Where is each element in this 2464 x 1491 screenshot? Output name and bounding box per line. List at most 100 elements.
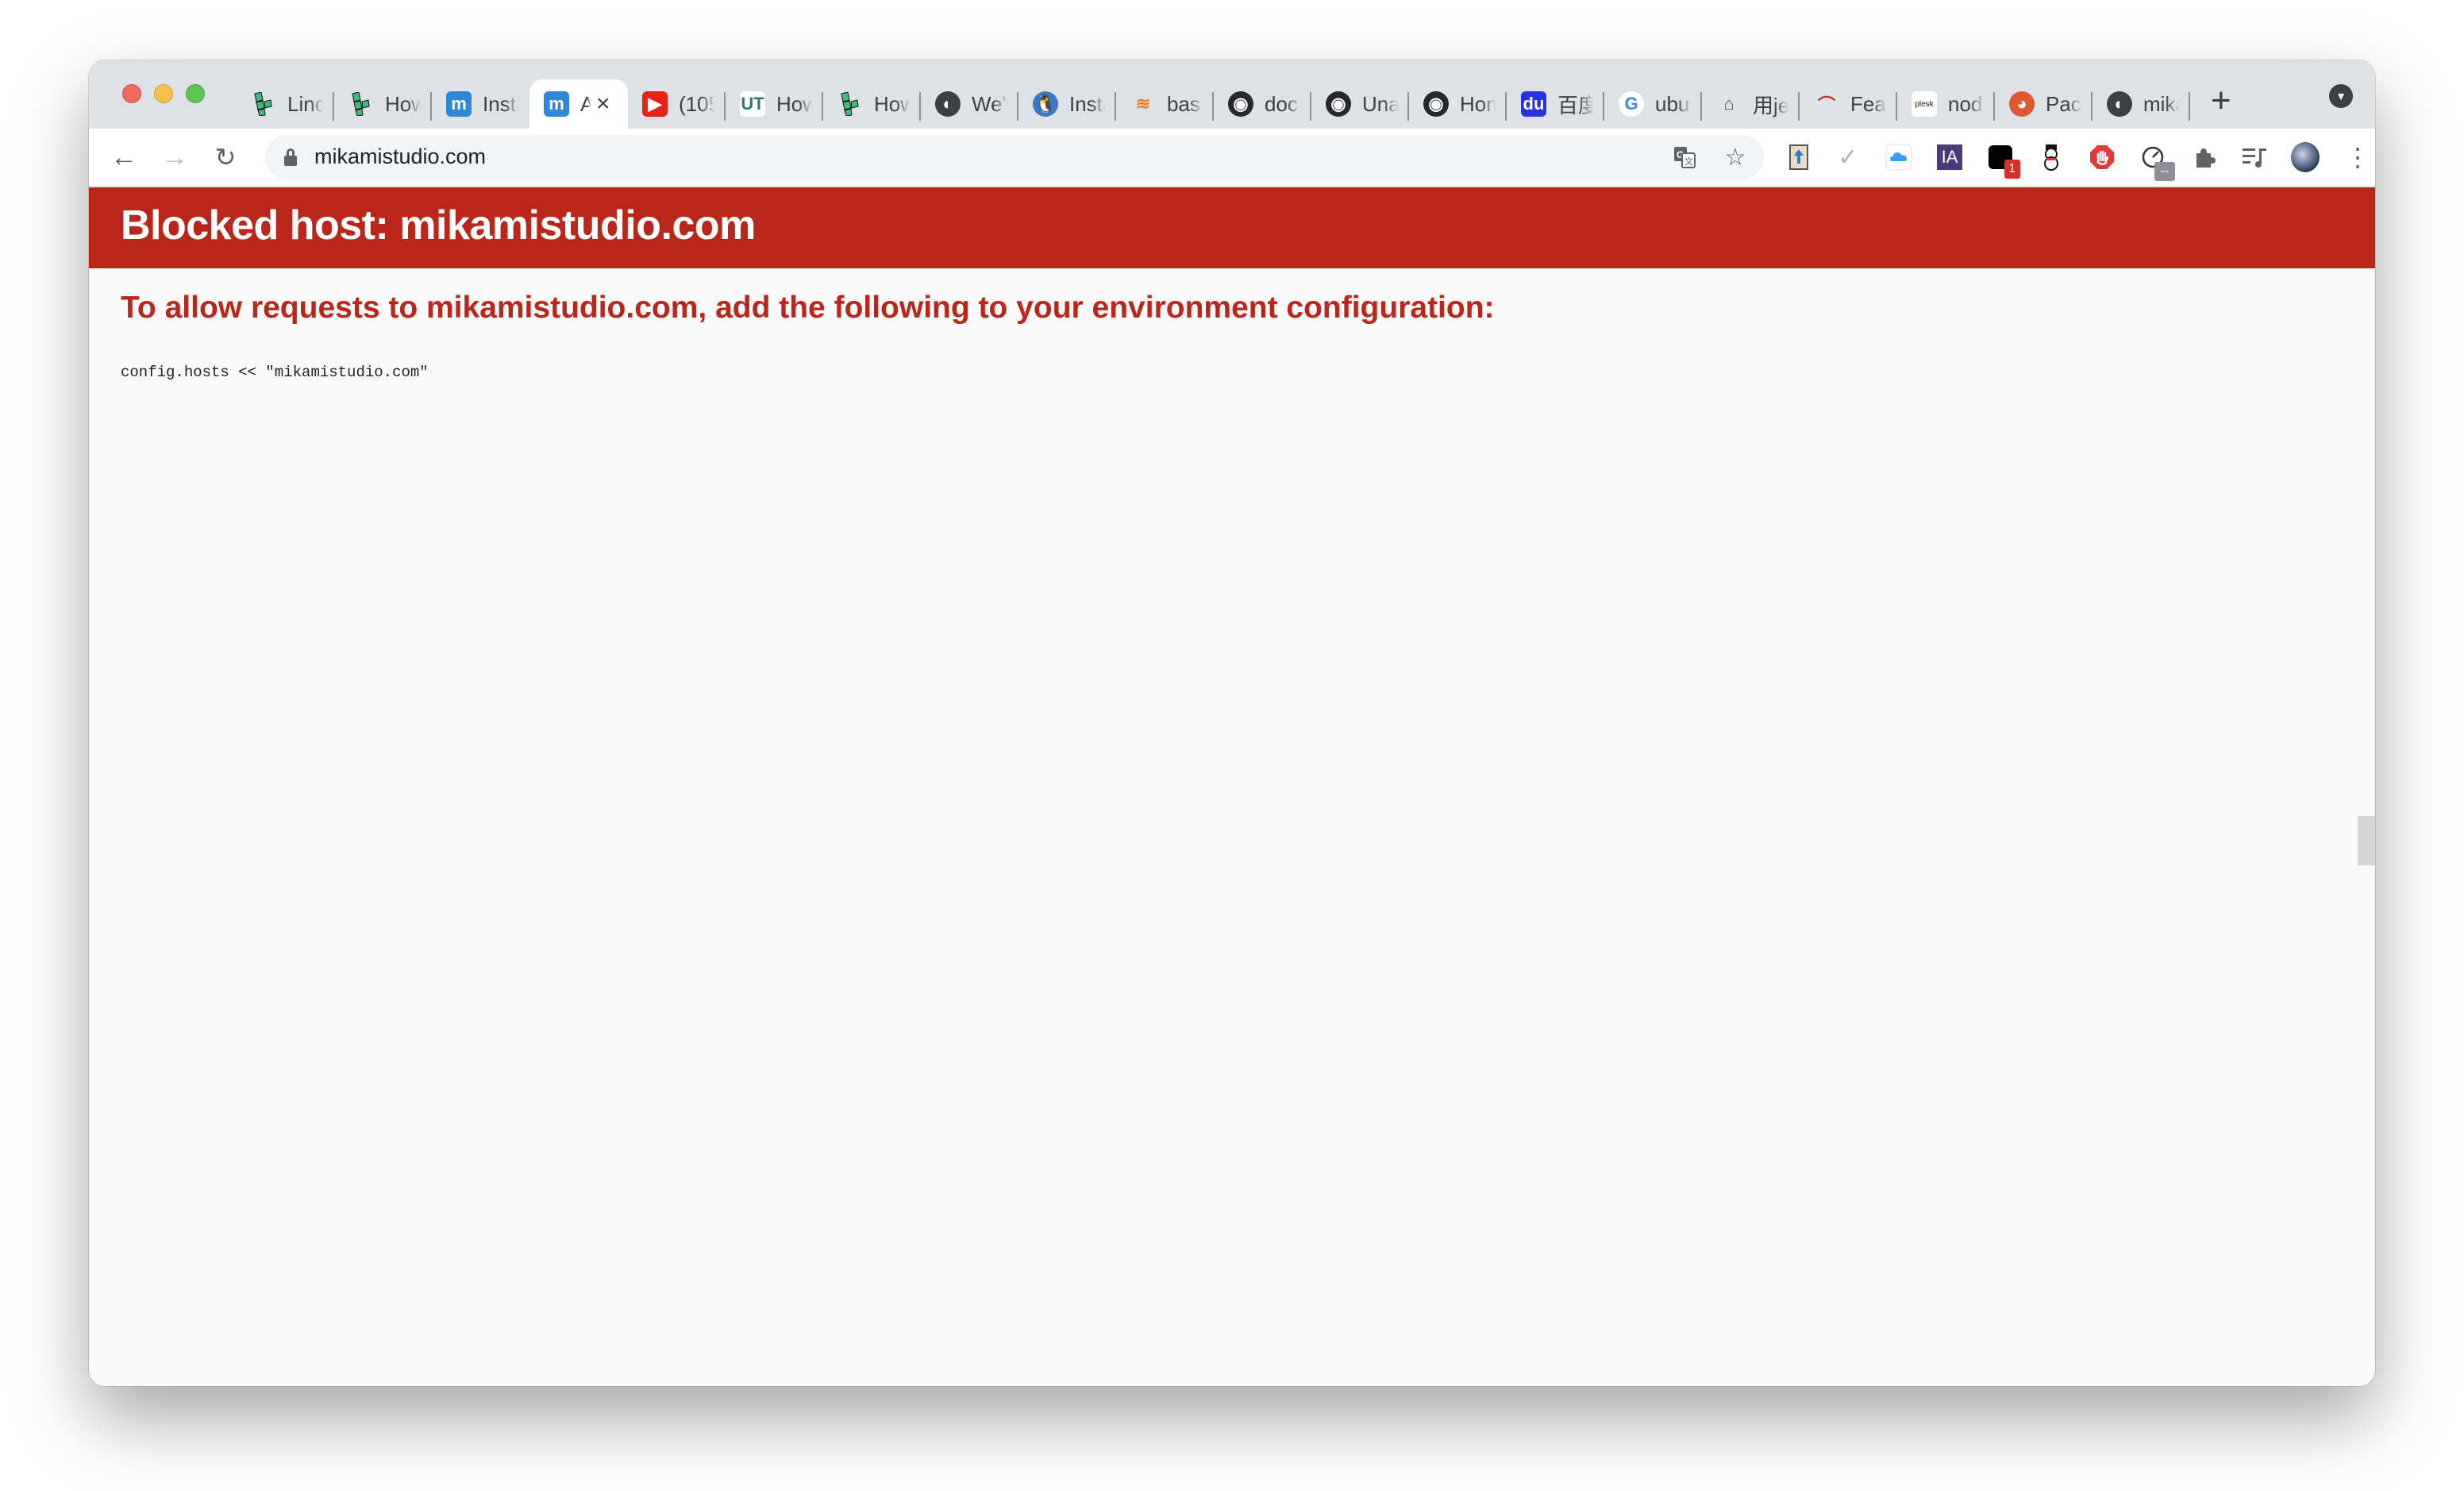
tab-title: mika [2143,91,2180,116]
tab-title: nod [1948,91,1983,116]
close-window-button[interactable] [122,84,141,103]
tab-2[interactable]: m Insta [432,79,529,129]
ia-extension-icon[interactable]: IA [1935,143,1964,171]
forward-button[interactable]: → [160,142,189,172]
tab-19[interactable]: ◐ mika [2092,79,2190,129]
ia-label: IA [1937,144,1962,170]
tab-16[interactable]: ⌒ Feat [1800,79,1897,129]
extensions-puzzle-icon[interactable] [2189,143,2218,171]
browser-window: LinoHowmInstamA×▶(105UTHowHow◐We'🐧Insta≋… [89,60,2375,1386]
tab-separator [2189,92,2190,121]
mastodon-icon: m [544,91,569,117]
jenkins-icon: ⌂ [1723,94,1734,114]
new-tab-button[interactable]: + [2211,83,2231,118]
tab-8[interactable]: 🐧 Insta [1018,79,1116,129]
tab-0[interactable]: Lino [237,79,334,129]
tab-3[interactable]: m A × [529,79,628,129]
tab-12[interactable]: ◉ Hon [1409,79,1507,129]
linode-icon [251,91,276,117]
tab-title: 用je [1753,93,1789,118]
tab-11[interactable]: ◉ Una [1311,79,1409,129]
notification-badge: 1 [2004,160,2020,179]
toolbar: ← → ↻ mikamistudio.com G文 ☆ ✓ IA 1 -- ⋮ [89,129,2375,187]
tab-title: ubu [1655,91,1690,116]
tab-title: bas [1167,91,1200,116]
tab-6[interactable]: How [823,79,921,129]
tab-title: How [874,91,911,116]
minimize-window-button[interactable] [154,84,173,103]
page-content: Blocked host: mikamistudio.com To allow … [89,187,2375,1386]
maximize-window-button[interactable] [186,84,205,103]
tab-title: Insta [1069,91,1106,116]
github-icon: ◉ [1326,91,1351,117]
arrow-left-icon: ← [110,141,137,172]
icloud-extension-icon[interactable] [1885,143,1913,171]
github-icon: ◉ [1228,91,1253,117]
youtube-icon: ▶ [642,91,668,117]
tab-14[interactable]: Gubu [1604,79,1702,129]
back-button[interactable]: ← [110,141,138,172]
tab-title: Pac [2046,91,2081,116]
tab-10[interactable]: ◉ doc [1214,79,1311,129]
tab-4[interactable]: ▶ (105 [628,79,726,129]
media-control-icon[interactable] [2240,143,2269,171]
plesk-icon: plesk [1912,91,1937,117]
speedometer-extension-icon[interactable]: -- [2139,143,2175,181]
tab-title: We' [972,91,1007,116]
duckduckgo-icon: ◕ [2009,91,2035,117]
globe-icon: ◐ [2107,91,2132,117]
error-banner: Blocked host: mikamistudio.com [89,187,2375,268]
tab-title: How [776,91,813,116]
mastodon-icon: m [446,91,472,117]
tab-title: 百度 [1557,93,1594,118]
snowman-extension-icon[interactable] [2037,143,2066,171]
page-title: Blocked host: mikamistudio.com [121,202,756,248]
bookmark-star-icon[interactable]: ☆ [1723,144,1748,171]
profile-avatar[interactable] [2291,142,2320,172]
svg-text:文: 文 [1684,156,1693,167]
url-text[interactable]: mikamistudio.com [314,144,486,169]
tab-search-button[interactable]: ▼ [2329,84,2353,108]
scrollbar-thumb[interactable] [2358,816,2375,865]
tab-title: Insta [483,91,519,116]
tab-title: How [385,91,422,116]
linux-tux-icon: 🐧 [1033,91,1058,117]
google-icon: G [1619,91,1644,117]
menu-kebab-icon[interactable]: ⋮ [2343,143,2372,171]
checkmark-extension-icon[interactable]: ✓ [1834,143,1862,171]
tab-title: Hon [1460,91,1496,116]
tab-1[interactable]: How [334,79,432,129]
tab-7[interactable]: ◐ We' [921,79,1018,129]
linode-icon [348,91,374,117]
tab-15[interactable]: ⌂ 用je [1702,79,1800,129]
reload-button[interactable]: ↻ [211,143,240,171]
tab-5[interactable]: UT How [726,79,823,129]
tab-title: Lino [287,91,324,116]
tab-strip: LinoHowmInstamA×▶(105UTHowHow◐We'🐧Insta≋… [89,60,2375,129]
chevron-down-icon: ▼ [2335,90,2347,102]
upload-book-extension-icon[interactable] [1784,143,1813,171]
adblock-extension-icon[interactable] [2088,143,2116,171]
tab-17[interactable]: plesk nod [1897,79,1995,129]
lock-icon[interactable] [284,148,297,166]
translate-icon[interactable]: G文 [1672,144,1697,170]
tab-title: Feat [1850,91,1887,116]
globe-icon: ◐ [935,91,961,117]
tab-9[interactable]: ≋ bas [1116,79,1214,129]
baidu-icon: du [1521,91,1546,117]
ut-icon: UT [740,91,765,117]
tab-13[interactable]: du 百度 [1507,79,1604,129]
instruction-heading: To allow requests to mikamistudio.com, a… [121,291,1495,325]
address-bar[interactable]: mikamistudio.com G文 ☆ [265,135,1764,179]
reload-icon: ↻ [214,143,237,171]
stackoverflow-icon: ≋ [1135,94,1151,114]
tampermonkey-extension-icon[interactable]: 1 [1986,143,2020,179]
github-icon: ◉ [1423,91,1449,117]
tab-18[interactable]: ◕ Pac [1995,79,2092,129]
close-tab-icon[interactable]: × [596,91,610,118]
linode-icon [837,91,863,117]
tab-title: A [580,91,591,116]
redis-icon: ⌒ [1817,95,1835,115]
speed-badge: -- [2154,162,2175,181]
tab-title: doc [1265,91,1298,116]
